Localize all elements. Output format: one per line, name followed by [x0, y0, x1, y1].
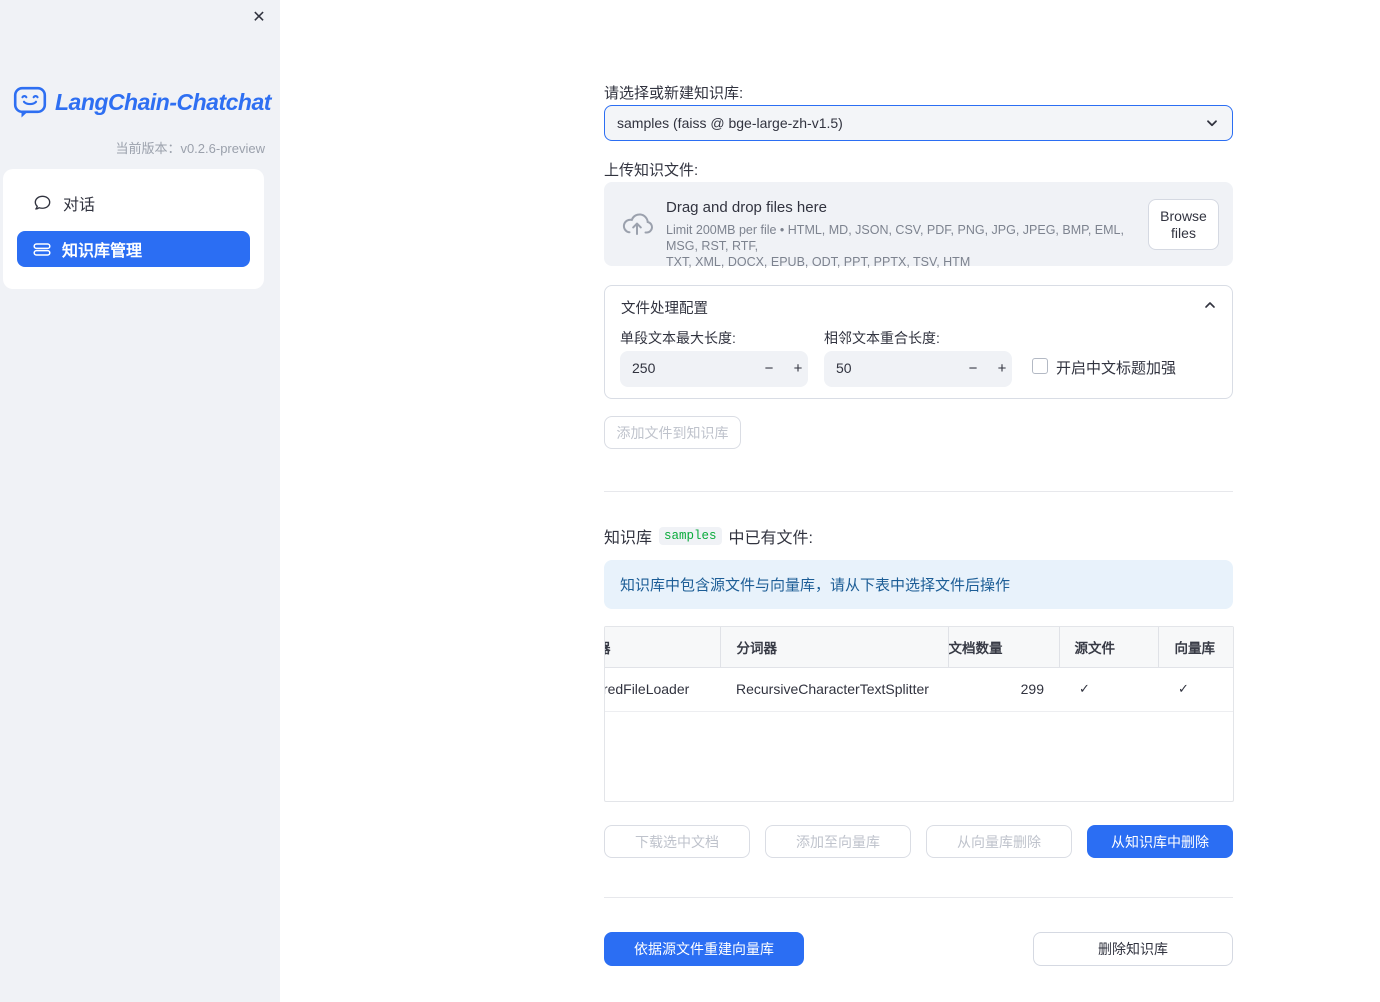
kb-files-table[interactable]: 文档加载器 分词器 文档数量 源文件 向量库 UnstructuredFileL… — [604, 626, 1234, 802]
cloud-upload-icon — [620, 208, 654, 240]
zh-title-enhance-label: 开启中文标题加强 — [1056, 360, 1177, 377]
cell-source-check: ✓ — [1059, 667, 1158, 712]
delete-from-vector-button[interactable]: 从向量库删除 — [926, 825, 1072, 858]
kb-select-value: samples (faiss @ bge-large-zh-v1.5) — [617, 115, 843, 131]
table-row[interactable]: UnstructuredFileLoader RecursiveCharacte… — [605, 667, 1233, 712]
add-to-vector-button[interactable]: 添加至向量库 — [765, 825, 911, 858]
sidebar: ✕ LangChain-Chatchat 当前版本：v0.2.6-preview — [0, 0, 280, 1002]
cell-splitter: RecursiveCharacterTextSplitter — [720, 667, 948, 712]
info-banner: 知识库中包含源文件与向量库，请从下表中选择文件后操作 — [604, 560, 1233, 609]
kb-select-label: 请选择或新建知识库: — [604, 85, 744, 102]
overlap-size-value: 50 — [836, 360, 852, 376]
sidebar-item-chat[interactable]: 对话 — [17, 185, 250, 221]
column-header-vector[interactable]: 向量库 — [1157, 627, 1233, 668]
chunk-size-input[interactable]: 250 − + — [620, 351, 808, 387]
sidebar-menu: 对话 知识库管理 — [3, 169, 264, 289]
overlap-size-label: 相邻文本重合长度: — [824, 330, 940, 346]
chunk-size-minus-button[interactable]: − — [758, 351, 780, 387]
sidebar-item-kb-management[interactable]: 知识库管理 — [17, 231, 250, 267]
cell-docs: 299 — [948, 667, 1059, 712]
column-header-source[interactable]: 源文件 — [1058, 627, 1158, 668]
file-dropzone[interactable]: Drag and drop files here Limit 200MB per… — [604, 182, 1233, 269]
column-header-docs[interactable]: 文档数量 — [947, 627, 1059, 668]
sidebar-item-label: 对话 — [63, 197, 96, 214]
chevron-down-icon — [1204, 115, 1220, 131]
app-title: LangChain-Chatchat — [55, 88, 271, 115]
rebuild-vector-store-button[interactable]: 依据源文件重建向量库 — [604, 932, 804, 966]
cell-vector-check: ✓ — [1158, 667, 1233, 712]
list-stack-icon — [33, 241, 51, 258]
file-config-expander: 文件处理配置 单段文本最大长度: 250 − + 相邻文本重合长度: 50 − … — [604, 285, 1233, 399]
overlap-size-minus-button[interactable]: − — [962, 351, 984, 387]
chunk-size-value: 250 — [632, 360, 656, 376]
delete-kb-button[interactable]: 删除知识库 — [1033, 932, 1233, 966]
version-text: 当前版本：v0.2.6-preview — [115, 141, 265, 156]
chat-bubble-icon — [33, 194, 52, 213]
chunk-size-plus-button[interactable]: + — [787, 351, 809, 387]
expander-title[interactable]: 文件处理配置 — [621, 297, 708, 318]
overlap-size-plus-button[interactable]: + — [991, 351, 1013, 387]
column-header-splitter[interactable]: 分词器 — [719, 627, 948, 668]
zh-title-enhance-checkbox[interactable] — [1032, 358, 1048, 374]
sidebar-close-icon[interactable]: ✕ — [248, 7, 270, 29]
kb-select-dropdown[interactable]: samples (faiss @ bge-large-zh-v1.5) — [604, 105, 1233, 141]
chevron-up-icon[interactable] — [1202, 297, 1218, 313]
download-selected-button[interactable]: 下载选中文档 — [604, 825, 750, 858]
chatchat-logo-icon — [13, 85, 47, 119]
dropzone-limits: Limit 200MB per file • HTML, MD, JSON, C… — [666, 223, 1124, 269]
dropzone-title: Drag and drop files here — [666, 199, 827, 216]
divider — [604, 897, 1233, 898]
table-header-row: 文档加载器 分词器 文档数量 源文件 向量库 — [605, 627, 1233, 668]
overlap-size-input[interactable]: 50 − + — [824, 351, 1012, 387]
kb-name-code: samples — [659, 527, 722, 545]
upload-label: 上传知识文件: — [604, 162, 699, 179]
add-files-to-kb-button[interactable]: 添加文件到知识库 — [604, 416, 741, 449]
kb-files-heading: 知识库 samples 中已有文件: — [604, 527, 813, 547]
logo: LangChain-Chatchat — [13, 85, 271, 119]
column-header-loader[interactable]: 文档加载器 — [605, 627, 720, 668]
browse-files-button[interactable]: Browse files — [1148, 199, 1219, 250]
chunk-size-label: 单段文本最大长度: — [620, 330, 736, 346]
sidebar-item-label: 知识库管理 — [62, 243, 143, 260]
cell-loader: UnstructuredFileLoader — [605, 667, 720, 712]
delete-from-kb-button[interactable]: 从知识库中删除 — [1087, 825, 1233, 858]
app-window: ✕ LangChain-Chatchat 当前版本：v0.2.6-preview — [0, 0, 1380, 1002]
divider — [604, 491, 1233, 492]
